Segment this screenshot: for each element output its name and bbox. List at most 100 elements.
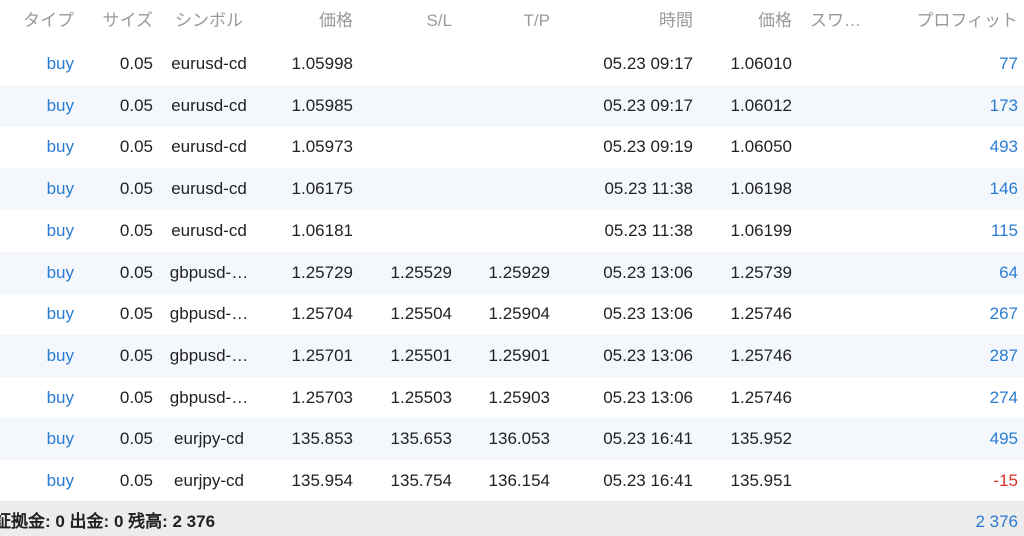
position-swap	[810, 293, 874, 335]
col-header-sl[interactable]: S/L	[360, 0, 452, 42]
position-type: buy	[46, 221, 74, 240]
col-header-time[interactable]: 時間	[570, 0, 693, 42]
position-current-price: 1.25746	[730, 388, 792, 407]
table-row[interactable]: buy 0.05 eurusd-cd 1.06181 05.23 11:38 1.0619…	[0, 210, 1024, 252]
position-profit: 287	[989, 346, 1018, 365]
position-type: buy	[46, 54, 74, 73]
total-profit: 2 376	[975, 512, 1018, 531]
position-sl: 1.25501	[390, 346, 452, 365]
position-profit: 77	[999, 54, 1018, 73]
position-open-time: 05.23 13:06	[603, 388, 693, 407]
position-size: 0.05	[119, 471, 153, 490]
col-header-swap[interactable]: スワ…	[810, 0, 874, 42]
position-sl: 1.25504	[390, 304, 452, 323]
table-row[interactable]: buy 0.05 gbpusd-… 1.25704 1.25504 1.25904 05.2…	[0, 293, 1024, 335]
position-profit: -15	[993, 471, 1018, 490]
position-open-time: 05.23 11:38	[604, 179, 693, 198]
position-symbol: gbpusd-…	[169, 388, 249, 407]
position-size: 0.05	[119, 179, 153, 198]
position-tp: 1.25904	[488, 304, 550, 323]
position-swap	[810, 418, 874, 460]
position-size: 0.05	[119, 429, 153, 448]
table-row[interactable]: buy 0.05 eurjpy-cd 135.954 135.754 136.154 05.…	[0, 460, 1024, 502]
position-open-time: 05.23 16:41	[603, 429, 693, 448]
position-current-price: 1.06012	[730, 96, 792, 115]
position-profit: 115	[990, 221, 1018, 240]
position-size: 0.05	[119, 221, 153, 240]
position-open-price: 1.05973	[291, 137, 353, 156]
position-type: buy	[46, 137, 74, 156]
position-swap	[810, 43, 874, 85]
position-current-price: 1.06010	[730, 54, 792, 73]
position-size: 0.05	[119, 346, 153, 365]
position-size: 0.05	[119, 304, 153, 323]
position-type: buy	[46, 263, 74, 282]
position-profit: 267	[989, 304, 1018, 323]
position-size: 0.05	[119, 54, 153, 73]
position-swap	[810, 85, 874, 127]
table-row[interactable]: buy 0.05 eurjpy-cd 135.853 135.653 136.053 05.…	[0, 418, 1024, 460]
table-header: タイプ サイズ シンボル 価格 S/L T/P 時間 価格 スワ… プロフィット	[0, 0, 1024, 42]
col-header-symbol[interactable]: シンボル	[160, 0, 258, 42]
position-type: buy	[46, 346, 74, 365]
position-tp: 136.053	[488, 429, 550, 448]
position-size: 0.05	[119, 263, 153, 282]
col-header-price[interactable]: 価格	[262, 0, 353, 42]
table-row[interactable]: buy 0.05 gbpusd-… 1.25729 1.25529 1.25929 05.2…	[0, 252, 1024, 294]
position-open-price: 1.06175	[291, 179, 353, 198]
position-open-price: 135.954	[291, 471, 353, 490]
position-swap	[810, 210, 874, 252]
position-profit: 493	[989, 137, 1018, 156]
position-type: buy	[46, 179, 74, 198]
position-swap	[810, 377, 874, 419]
position-sl: 1.25503	[390, 388, 452, 407]
position-symbol: eurusd-cd	[171, 54, 247, 73]
position-current-price: 1.06198	[730, 179, 792, 198]
position-open-price: 1.25729	[291, 263, 353, 282]
table-row[interactable]: buy 0.05 eurusd-cd 1.05973 05.23 09:19 1.0605…	[0, 126, 1024, 168]
position-open-time: 05.23 11:38	[604, 221, 693, 240]
position-open-price: 135.853	[291, 429, 353, 448]
position-symbol: eurjpy-cd	[174, 429, 244, 448]
position-symbol: gbpusd-…	[169, 346, 249, 365]
col-header-current-price[interactable]: 価格	[700, 0, 792, 42]
col-header-profit[interactable]: プロフィット	[880, 0, 1018, 42]
position-profit: 173	[989, 96, 1018, 115]
col-header-type[interactable]: タイプ	[0, 0, 74, 42]
position-type: buy	[46, 304, 74, 323]
position-profit: 64	[999, 263, 1018, 282]
position-open-time: 05.23 16:41	[603, 471, 693, 490]
position-size: 0.05	[119, 388, 153, 407]
position-tp: 136.154	[488, 471, 550, 490]
position-symbol: eurusd-cd	[171, 221, 247, 240]
position-tp: 1.25929	[488, 263, 550, 282]
position-open-price: 1.06181	[291, 221, 353, 240]
account-summary-bar: 証拠金: 0 出金: 0 残高: 2 376 2 376	[0, 501, 1024, 536]
position-size: 0.05	[119, 137, 153, 156]
position-open-price: 1.25704	[291, 304, 353, 323]
position-profit: 146	[989, 179, 1018, 198]
table-row[interactable]: buy 0.05 eurusd-cd 1.06175 05.23 11:38 1.0619…	[0, 168, 1024, 210]
position-swap	[810, 168, 874, 210]
position-current-price: 1.25746	[730, 304, 792, 323]
col-header-tp[interactable]: T/P	[460, 0, 550, 42]
position-open-time: 05.23 13:06	[603, 263, 693, 282]
table-row[interactable]: buy 0.05 eurusd-cd 1.05998 05.23 09:17 1.0601…	[0, 43, 1024, 85]
table-row[interactable]: buy 0.05 gbpusd-… 1.25703 1.25503 1.25903 05.2…	[0, 377, 1024, 419]
col-header-size[interactable]: サイズ	[80, 0, 154, 42]
position-open-time: 05.23 09:19	[603, 137, 693, 156]
position-current-price: 135.951	[730, 471, 792, 490]
position-sl: 135.754	[390, 471, 452, 490]
position-sl	[360, 168, 452, 210]
position-open-price: 1.25701	[291, 346, 353, 365]
position-type: buy	[46, 429, 74, 448]
position-current-price: 135.952	[730, 429, 792, 448]
position-size: 0.05	[119, 96, 153, 115]
position-current-price: 1.06050	[730, 137, 792, 156]
position-tp	[460, 168, 550, 210]
position-swap	[810, 252, 874, 294]
position-open-time: 05.23 09:17	[603, 96, 693, 115]
table-row[interactable]: buy 0.05 gbpusd-… 1.25701 1.25501 1.25901 05.2…	[0, 335, 1024, 377]
position-current-price: 1.25739	[730, 263, 792, 282]
table-row[interactable]: buy 0.05 eurusd-cd 1.05985 05.23 09:17 1.0601…	[0, 85, 1024, 127]
